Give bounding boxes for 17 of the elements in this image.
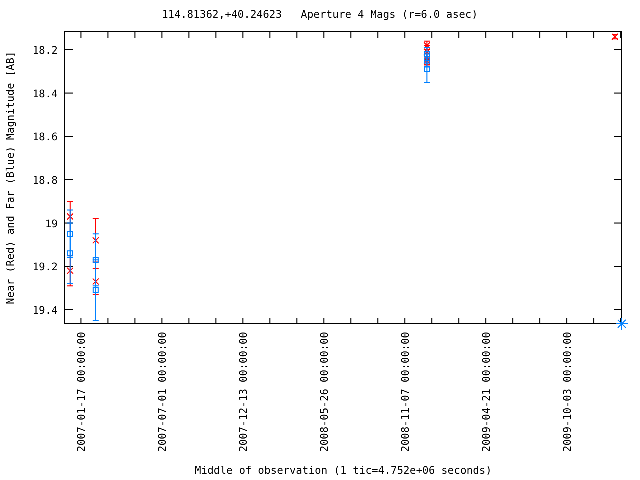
chart-title: 114.81362,+40.24623 Aperture 4 Mags (r=6.0 asec): [162, 9, 478, 21]
x-tick-label: 2007-07-01 00:00:00: [157, 332, 170, 452]
x-tick-label: 2008-05-26 00:00:00: [319, 332, 332, 452]
y-tick-label: 18.4: [32, 88, 58, 100]
y-tick-label: 19: [45, 218, 58, 230]
y-tick-label: 19.2: [32, 262, 58, 274]
y-tick-label: 18.6: [32, 132, 58, 144]
x-tick-label: 2007-01-17 00:00:00: [76, 332, 88, 452]
x-axis-label: Middle of observation (1 tic=4.752e+06 seconds): [194, 465, 492, 477]
y-tick-label: 18.2: [32, 44, 58, 57]
x-tick-label: 2009-04-21 00:00:00: [481, 332, 494, 452]
x-tick-label: 2008-11-07 00:00:00: [400, 332, 412, 452]
x-tick-label: 2009-10-03 00:00:00: [562, 332, 574, 452]
x-tick-label: 2007-12-13 00:00:00: [238, 332, 250, 452]
y-tick-label: 19.4: [32, 304, 58, 317]
y-tick-label: 18.8: [32, 174, 58, 187]
y-axis-label: Near (Red) and Far (Blue) Magnitude [AB]: [5, 52, 17, 304]
